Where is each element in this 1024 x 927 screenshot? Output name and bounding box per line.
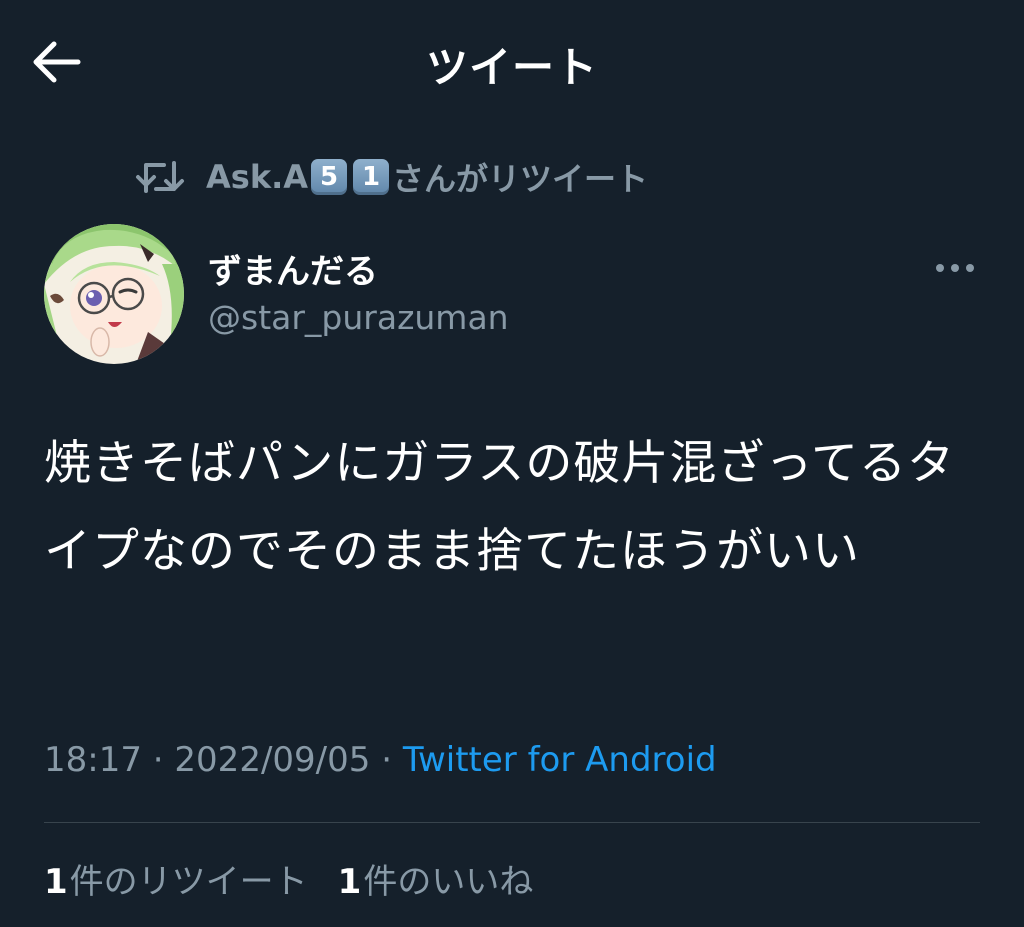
likes-label: 件のいいね: [363, 862, 534, 902]
retweets-count: 1: [44, 862, 68, 902]
meta-separator: ·: [381, 740, 393, 780]
more-options-icon[interactable]: [932, 254, 978, 282]
retweet-context[interactable]: Ask.A 5 1 さんがリツイート: [134, 152, 648, 202]
page-title: ツイート: [425, 43, 598, 92]
tweet-text: 焼きそばパンにガラスの破片混ざってるタイプなのでそのまま捨てたほうがいい: [44, 436, 956, 579]
retweets-stat[interactable]: 1件のリツイート: [44, 854, 308, 903]
retweets-label: 件のリツイート: [69, 862, 308, 902]
tweet-meta: 18:17 · 2022/09/05 · Twitter for Android: [44, 740, 717, 780]
top-bar: ツイート: [0, 0, 1024, 120]
display-name[interactable]: ずまんだる: [208, 244, 378, 293]
avatar-illustration: [44, 224, 184, 364]
retweet-context-label: さんがリツイート: [392, 160, 649, 198]
keycap-digit-5: 5: [311, 159, 348, 195]
tweet-source-link[interactable]: Twitter for Android: [403, 740, 717, 780]
tweet-time: 18:17: [44, 740, 142, 780]
avatar[interactable]: [44, 224, 184, 364]
meta-separator: ·: [152, 740, 164, 780]
user-handle[interactable]: @star_purazuman: [208, 298, 509, 337]
divider: [44, 822, 980, 823]
tweet-stats: 1件のリツイート 1件のいいね: [44, 854, 563, 903]
keycap-digit-1: 1: [353, 159, 390, 195]
retweet-icon: [136, 161, 184, 193]
retweeter-name-prefix: Ask.A: [206, 158, 309, 196]
likes-stat[interactable]: 1件のいいね: [338, 854, 534, 903]
likes-count: 1: [337, 862, 362, 902]
tweet-date: 2022/09/05: [174, 740, 371, 780]
